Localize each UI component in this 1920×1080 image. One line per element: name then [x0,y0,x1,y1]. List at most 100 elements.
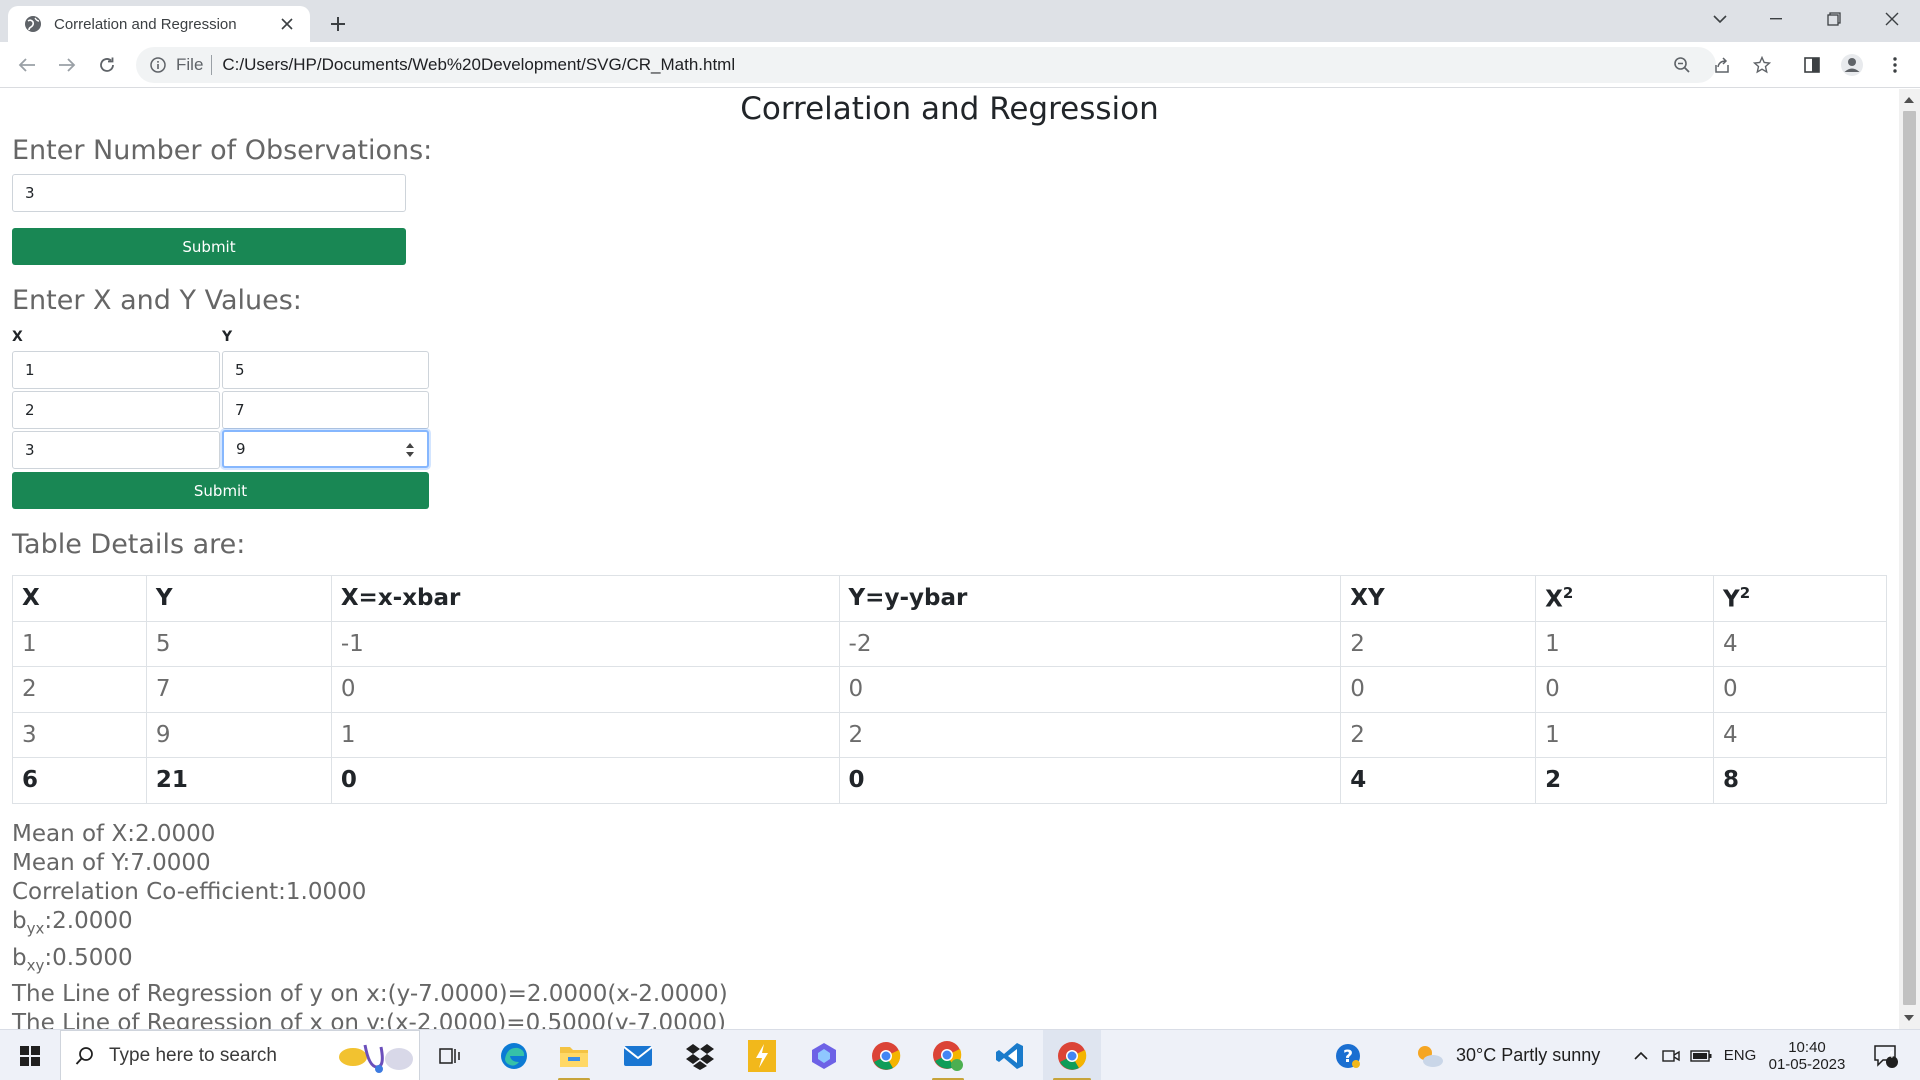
header-x-deviation: X=x-xbar [330,575,840,622]
table-row: 2 7 0 0 0 0 0 [12,666,1887,713]
header-x: X [12,575,147,622]
observations-input[interactable]: 3 [12,174,406,212]
copilot-app-icon[interactable] [798,1030,850,1080]
svg-text:?: ? [1343,1047,1353,1067]
byx-base: b [12,908,27,934]
byx-subscript: yx [26,919,45,938]
reload-icon[interactable] [92,50,122,80]
y-input-2[interactable]: 7 [222,391,429,429]
minimize-icon[interactable] [1748,0,1804,38]
address-bar[interactable]: File C:/Users/HP/Documents/Web%20Develop… [136,47,1716,83]
weather-text[interactable]: 30°C Partly sunny [1456,1030,1606,1080]
byx-value: :2.0000 [44,908,133,934]
bxy-base: b [12,944,27,971]
side-panel-icon[interactable] [1797,50,1827,80]
file-scheme-label: File [176,55,204,74]
globe-icon [24,15,42,33]
language-indicator[interactable]: ENG [1720,1030,1760,1080]
tray-chevron-up-icon[interactable] [1628,1030,1654,1080]
new-tab-icon[interactable] [324,10,352,38]
clock-time: 10:40 [1788,1038,1826,1056]
table-cell: 2 [1340,711,1537,758]
table-cell: -2 [838,620,1342,667]
app-bolt-icon[interactable] [736,1030,788,1080]
clock[interactable]: 10:40 01-05-2023 [1764,1030,1850,1080]
total-cell: 8 [1713,757,1887,804]
table-cell: 4 [1713,711,1887,758]
scroll-down-arrow-icon[interactable] [1904,1015,1914,1021]
x-input-3[interactable]: 3 [12,431,220,469]
header-y-squared-exponent: 2 [1739,583,1751,602]
dropbox-icon[interactable] [674,1030,726,1080]
search-placeholder: Type here to search [109,1044,277,1066]
clock-date: 01-05-2023 [1768,1055,1846,1073]
table-cell: -1 [330,620,840,667]
header-y-deviation: Y=y-ybar [838,575,1342,622]
x-input-1[interactable]: 1 [12,351,220,389]
battery-icon[interactable] [1688,1030,1714,1080]
results-table: X Y X=x-xbar Y=y-ybar XY X2 Y2 1 5 -1 -2… [12,575,1887,804]
x-column-label: X [12,329,23,345]
submit-observations-button[interactable]: Submit [12,228,406,265]
table-totals-row: 6 21 0 0 4 2 8 [12,757,1887,804]
table-cell: 9 [145,711,332,758]
close-tab-icon[interactable] [276,13,298,35]
meet-now-icon[interactable] [1658,1030,1684,1080]
number-spinner-icon[interactable] [405,441,415,459]
url-text[interactable]: C:/Users/HP/Documents/Web%20Development/… [222,55,735,75]
profile-avatar-icon[interactable] [1837,50,1867,80]
zoom-icon[interactable] [1668,51,1696,79]
submit-values-button[interactable]: Submit [12,472,429,509]
header-y-squared-base: Y [1723,586,1740,613]
tab-title: Correlation and Regression [54,15,237,33]
table-cell: 4 [1713,620,1887,667]
tab-search-chevron-icon[interactable] [1692,0,1748,38]
results-block: Mean of X:2.0000 Mean of Y:7.0000 Correl… [12,820,728,1029]
bookmark-star-icon[interactable] [1748,51,1776,79]
menu-kebab-icon[interactable] [1880,50,1910,80]
bxy-subscript: xy [26,956,45,975]
close-window-icon[interactable] [1864,0,1920,38]
notification-center-icon[interactable]: 4 [1866,1030,1906,1080]
header-x-squared-base: X [1545,586,1563,613]
info-icon[interactable] [150,57,166,73]
table-cell: 2 [1340,620,1537,667]
search-icon [75,1046,95,1066]
chrome-active-icon[interactable] [1043,1030,1101,1080]
taskbar-search-box[interactable]: Type here to search [60,1030,420,1080]
table-cell: 3 [12,711,147,758]
back-arrow-icon[interactable] [12,50,42,80]
chrome-icon[interactable] [860,1030,912,1080]
table-cell: 0 [838,666,1342,713]
vscode-icon[interactable] [984,1030,1036,1080]
y-input-3[interactable]: 9 [222,430,429,468]
table-cell: 1 [330,711,840,758]
table-cell: 1 [1535,711,1715,758]
table-heading: Table Details are: [12,529,246,560]
windows-taskbar: Type here to search ? 30°C Partly sunny … [0,1029,1920,1080]
browser-tab[interactable]: Correlation and Regression [8,6,310,42]
help-icon[interactable]: ? [1326,1030,1370,1080]
forward-arrow-icon[interactable] [52,50,82,80]
task-view-icon[interactable] [424,1030,476,1080]
y-column-label: Y [222,329,233,345]
edge-browser-icon[interactable] [488,1030,540,1080]
chrome-profile-icon[interactable] [922,1030,974,1080]
scroll-up-arrow-icon[interactable] [1904,97,1914,103]
x-input-2[interactable]: 2 [12,391,220,429]
browser-toolbar: File C:/Users/HP/Documents/Web%20Develop… [0,42,1920,88]
weather-sun-icon[interactable] [1414,1030,1444,1080]
share-icon[interactable] [1708,51,1736,79]
total-cell: 0 [330,757,840,804]
table-cell: 1 [12,620,147,667]
byx-line: byx:2.0000 [12,907,728,944]
mail-icon[interactable] [612,1030,664,1080]
table-row: 1 5 -1 -2 2 1 4 [12,620,1887,667]
restore-icon[interactable] [1806,0,1862,38]
page-scrollbar[interactable] [1899,89,1920,1029]
scrollbar-thumb[interactable] [1903,111,1916,1005]
total-cell: 6 [12,757,147,804]
file-explorer-icon[interactable] [548,1030,600,1080]
windows-start-icon[interactable] [0,1030,60,1080]
y-input-1[interactable]: 5 [222,351,429,389]
